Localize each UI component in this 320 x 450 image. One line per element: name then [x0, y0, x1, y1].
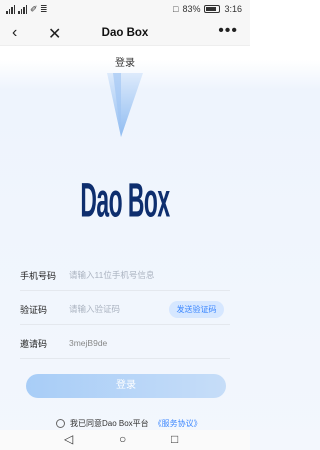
- battery-icon: [204, 5, 221, 13]
- title-bar: ‹ ✕ Dao Box •••: [0, 22, 250, 46]
- nav-back-icon[interactable]: ◁: [64, 432, 73, 446]
- signal-icon-2: [18, 5, 27, 14]
- code-label: 验证码: [20, 305, 48, 315]
- status-misc-icons: ✐ ≣: [30, 4, 48, 14]
- system-nav-bar: ◁ ○ □: [0, 430, 250, 450]
- status-time: 3:16: [224, 4, 242, 14]
- status-right: □ 83% 3:16: [173, 4, 242, 14]
- agree-radio[interactable]: [56, 419, 65, 428]
- invite-input[interactable]: [69, 335, 209, 351]
- more-icon[interactable]: •••: [218, 22, 238, 40]
- phone-row: 手机号码: [20, 261, 230, 291]
- page-title: 登录: [115, 58, 135, 69]
- nav-home-icon[interactable]: ○: [119, 432, 126, 446]
- light-beam-graphic: [107, 73, 143, 137]
- vibrate-icon: □: [173, 4, 179, 14]
- signal-icon: [6, 5, 15, 14]
- login-button[interactable]: 登录: [26, 374, 226, 398]
- code-row: 验证码 发送验证码: [20, 295, 230, 325]
- status-bar: ✐ ≣ □ 83% 3:16: [0, 0, 250, 22]
- phone-label: 手机号码: [20, 271, 57, 281]
- dao-box-logo: Dao Box: [80, 173, 170, 228]
- code-input[interactable]: [69, 301, 159, 317]
- battery-percent: 83%: [182, 4, 201, 14]
- invite-label: 邀请码: [20, 339, 48, 349]
- nav-recent-icon[interactable]: □: [171, 432, 178, 446]
- agreement-row: 我已同意Dao Box平台 《服务协议》: [56, 418, 202, 429]
- app-title: Dao Box: [101, 27, 149, 39]
- agreement-text: 我已同意Dao Box平台: [70, 419, 149, 428]
- phone-input[interactable]: [69, 267, 209, 283]
- terms-link[interactable]: 《服务协议》: [154, 418, 202, 429]
- invite-row: 邀请码: [20, 329, 230, 359]
- send-code-button[interactable]: 发送验证码: [169, 301, 224, 318]
- status-left: ✐ ≣: [6, 4, 48, 15]
